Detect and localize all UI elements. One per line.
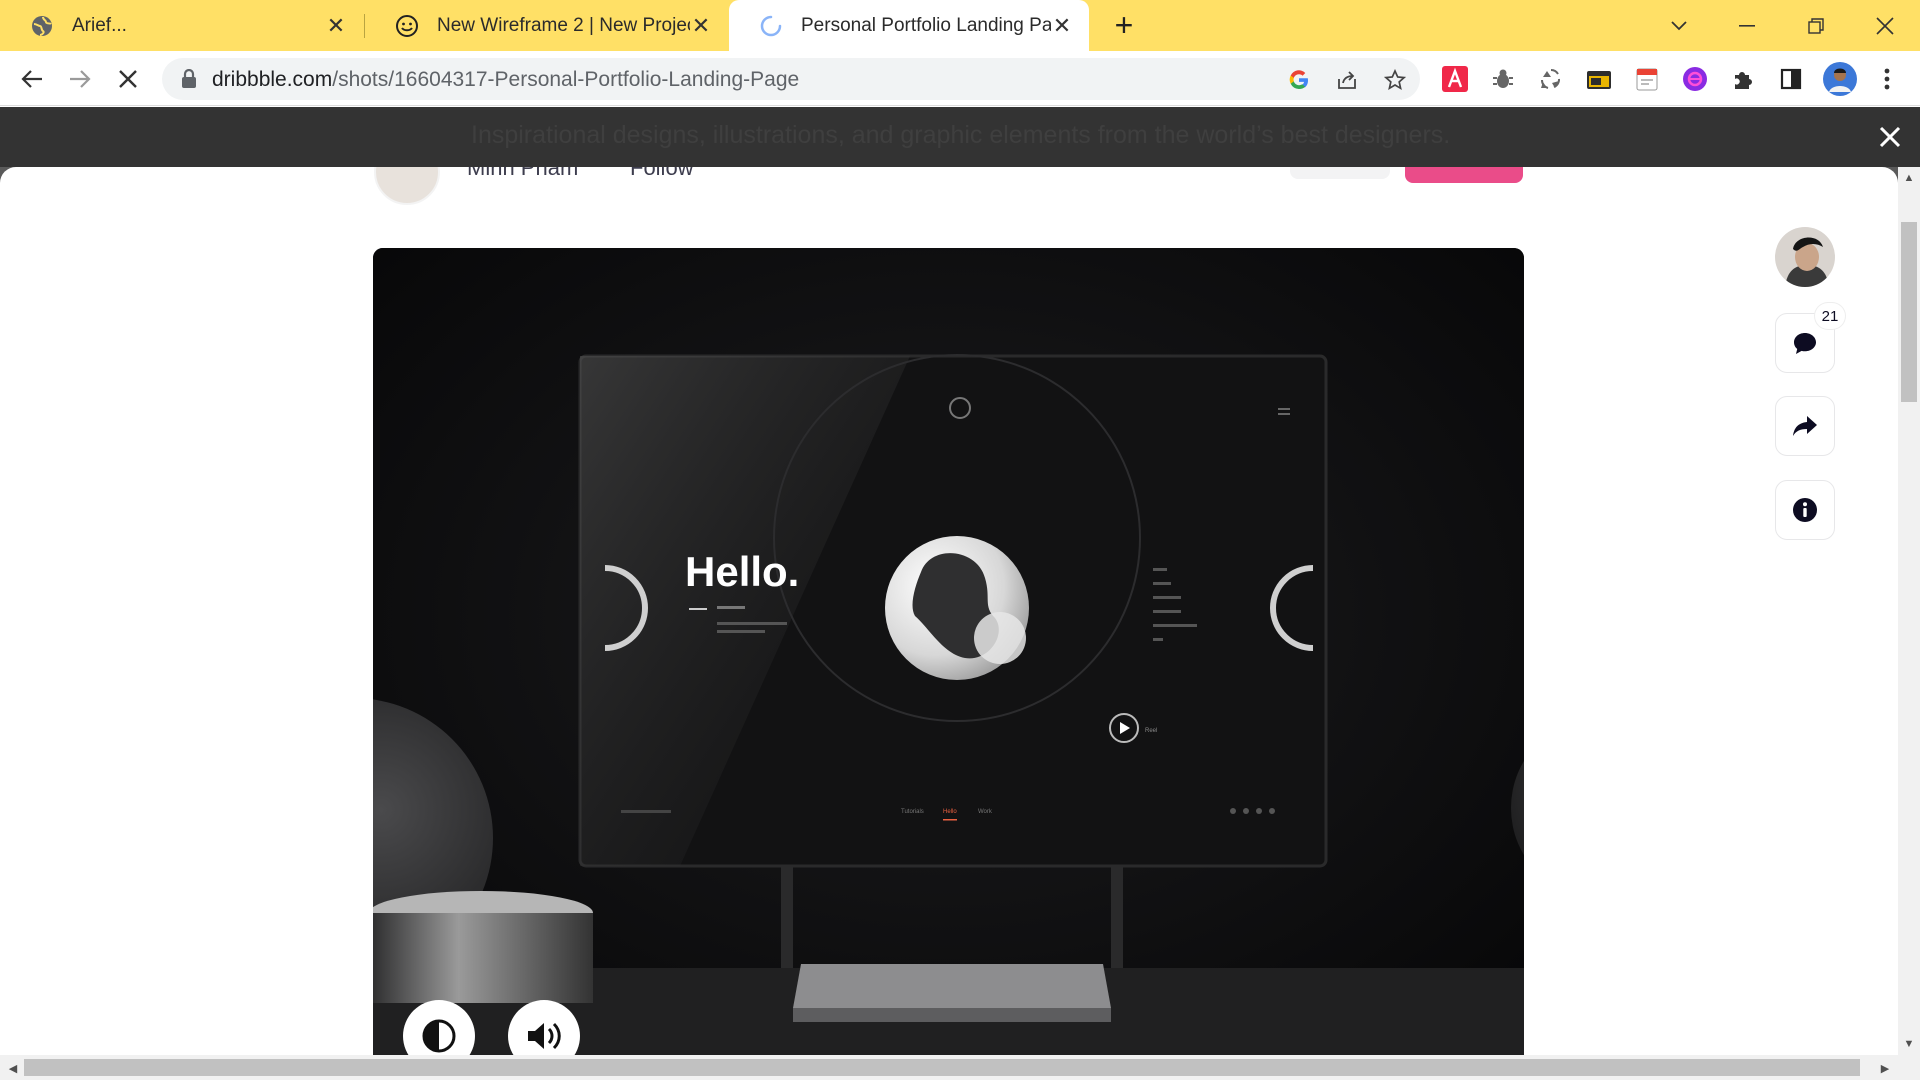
back-button[interactable] bbox=[14, 61, 50, 97]
calendar-extension-icon[interactable] bbox=[1632, 64, 1662, 94]
mock-nav-hello: Hello bbox=[943, 809, 957, 815]
tab-portfolio[interactable]: Personal Portfolio Landing Page | ✕ bbox=[729, 0, 1089, 51]
tab-wireframe[interactable]: New Wireframe 2 | New Project | ✕ bbox=[365, 0, 728, 51]
scroll-left-icon[interactable]: ◀ bbox=[2, 1057, 24, 1079]
horizontal-scroll-thumb[interactable] bbox=[24, 1059, 1860, 1076]
hero-title: Hello. bbox=[685, 548, 799, 595]
acrobat-extension-icon[interactable] bbox=[1440, 64, 1470, 94]
vertical-scroll-thumb[interactable] bbox=[1901, 222, 1917, 402]
scroll-up-icon[interactable]: ▲ bbox=[1898, 167, 1920, 189]
minimize-button[interactable] bbox=[1727, 8, 1767, 44]
scroll-down-icon[interactable]: ▼ bbox=[1898, 1033, 1920, 1055]
folder-extension-icon[interactable] bbox=[1584, 64, 1614, 94]
address-bar[interactable]: dribbble.com/shots/16604317-Personal-Por… bbox=[162, 58, 1420, 100]
bookmark-star-icon[interactable] bbox=[1382, 67, 1408, 93]
follow-link[interactable]: Follow bbox=[630, 167, 694, 181]
lock-icon[interactable] bbox=[181, 68, 197, 94]
share-arrow-icon bbox=[1793, 416, 1817, 436]
web-page: Inspirational designs, illustrations, an… bbox=[0, 107, 1920, 1062]
close-banner-icon[interactable] bbox=[1876, 123, 1904, 151]
extensions-puzzle-icon[interactable] bbox=[1728, 64, 1758, 94]
speaker-icon bbox=[528, 1022, 561, 1050]
shot-media[interactable]: Hello. Reel Tutorials Hello Work bbox=[373, 248, 1524, 1062]
shot-illustration: Hello. Reel Tutorials Hello Work bbox=[373, 248, 1524, 1062]
share-icon[interactable] bbox=[1334, 67, 1360, 93]
banner-text: Inspirational designs, illustrations, an… bbox=[471, 121, 1451, 149]
reel-label: Reel bbox=[1145, 728, 1157, 734]
browser-toolbar: dribbble.com/shots/16604317-Personal-Por… bbox=[0, 51, 1920, 106]
url-path: /shots/16604317-Personal-Portfolio-Landi… bbox=[332, 68, 800, 91]
author-avatar[interactable] bbox=[374, 167, 440, 205]
tab-strip: Arief... ✕ New Wireframe 2 | New Project… bbox=[0, 0, 1920, 51]
profile-avatar[interactable] bbox=[1822, 61, 1858, 97]
vertical-scrollbar[interactable]: ▲ ▼ bbox=[1898, 167, 1920, 1055]
browser-menu-icon[interactable] bbox=[1872, 64, 1902, 94]
horizontal-scrollbar[interactable]: ◀ ▶ bbox=[0, 1055, 1920, 1080]
contrast-toggle-button[interactable] bbox=[403, 1000, 475, 1062]
url-text[interactable]: dribbble.com/shots/16604317-Personal-Por… bbox=[212, 68, 799, 92]
share-button[interactable] bbox=[1775, 396, 1835, 456]
tab-title: Arief... bbox=[72, 14, 127, 36]
recycle-extension-icon[interactable] bbox=[1536, 64, 1566, 94]
like-button[interactable] bbox=[1405, 167, 1523, 183]
info-icon bbox=[1793, 498, 1817, 522]
mock-nav-tutorials: Tutorials bbox=[901, 809, 924, 815]
url-domain: dribbble.com bbox=[212, 68, 333, 91]
close-window-button[interactable] bbox=[1865, 8, 1905, 44]
shot-modal: Minh Pham Follow Hello. Reel Tutorials H… bbox=[0, 167, 1898, 1062]
tab-title: New Wireframe 2 | New Project | bbox=[437, 14, 690, 36]
tab-search-icon[interactable] bbox=[1659, 8, 1699, 44]
mock-nav-work: Work bbox=[978, 809, 993, 815]
details-button[interactable] bbox=[1775, 480, 1835, 540]
restore-button[interactable] bbox=[1796, 8, 1836, 44]
purple-extension-icon[interactable] bbox=[1680, 64, 1710, 94]
contrast-icon bbox=[422, 1019, 456, 1053]
tab-title: Personal Portfolio Landing Page | bbox=[801, 14, 1051, 36]
signup-banner: Inspirational designs, illustrations, an… bbox=[0, 107, 1920, 167]
globe-icon bbox=[30, 14, 54, 38]
author-name[interactable]: Minh Pham bbox=[467, 167, 578, 181]
close-tab-icon[interactable]: ✕ bbox=[690, 13, 712, 38]
stop-loading-button[interactable] bbox=[110, 61, 146, 97]
google-lens-icon[interactable] bbox=[1286, 67, 1312, 93]
loading-spinner-icon bbox=[759, 14, 783, 38]
tab-arief[interactable]: Arief... ✕ bbox=[0, 0, 363, 51]
smiley-icon bbox=[395, 14, 419, 38]
bug-extension-icon[interactable] bbox=[1488, 64, 1518, 94]
comment-icon bbox=[1794, 333, 1816, 354]
new-tab-button[interactable]: + bbox=[1108, 9, 1140, 42]
scroll-right-icon[interactable]: ▶ bbox=[1874, 1057, 1896, 1079]
mute-toggle-button[interactable] bbox=[508, 1000, 580, 1062]
forward-button[interactable] bbox=[62, 61, 98, 97]
comment-count-badge: 21 bbox=[1815, 303, 1845, 329]
side-panel-icon[interactable] bbox=[1776, 64, 1806, 94]
close-tab-icon[interactable]: ✕ bbox=[1051, 13, 1073, 38]
close-tab-icon[interactable]: ✕ bbox=[325, 13, 347, 38]
save-button[interactable] bbox=[1290, 167, 1390, 179]
designer-avatar[interactable] bbox=[1775, 227, 1835, 287]
